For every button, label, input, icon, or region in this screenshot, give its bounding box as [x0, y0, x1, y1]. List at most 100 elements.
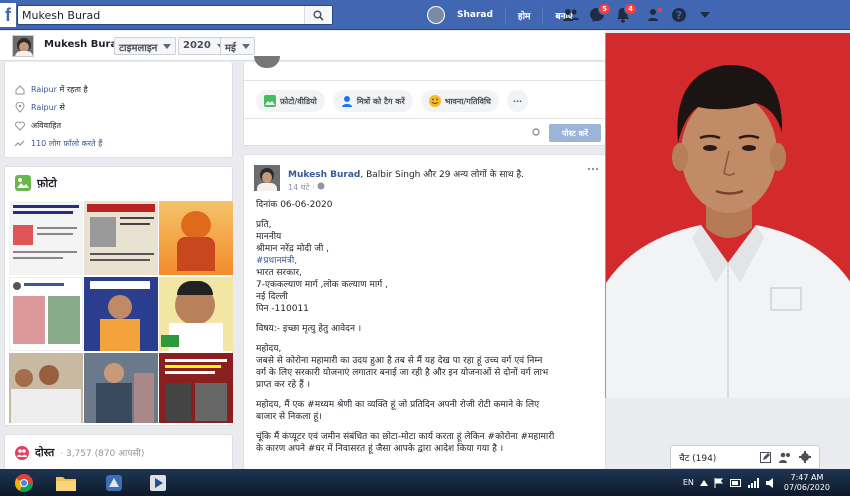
tag-friends-label: मित्रों को टैग करें	[356, 96, 405, 106]
followers-link[interactable]: 110 लोग फ़ॉलो करते हैं	[31, 138, 102, 149]
battery-icon[interactable]	[729, 478, 742, 487]
messages-button[interactable]: 5	[588, 3, 611, 24]
clock-time: 7:47 AM	[790, 472, 824, 482]
friends-card: दोस्त · 3,757 (870 आपसी)	[4, 434, 233, 474]
chat-label: चैट (194)	[679, 453, 717, 464]
photos-icon	[15, 175, 31, 191]
globe-icon	[317, 182, 325, 190]
friends-icon	[563, 9, 579, 21]
hashtag-link[interactable]: #प्रधानमंत्री,	[256, 256, 297, 266]
compose-icon[interactable]	[760, 452, 771, 463]
timeline-label: टाइमलाइन	[119, 43, 158, 54]
month-dropdown[interactable]: मई	[220, 37, 255, 55]
search-box	[17, 5, 333, 25]
timeline-dropdown[interactable]: टाइमलाइन	[114, 37, 177, 55]
friend-requests-button[interactable]	[562, 6, 580, 24]
photo-thumbnail[interactable]	[9, 277, 83, 351]
home-link[interactable]: होम	[510, 9, 539, 22]
lives-in-city-link[interactable]: Raipur	[31, 85, 57, 94]
tag-friends-button[interactable]: मित्रों को टैग करें	[332, 90, 413, 112]
avatar[interactable]	[427, 6, 445, 24]
media-taskbar-button[interactable]	[140, 471, 176, 494]
language-indicator[interactable]: EN	[683, 478, 694, 487]
gear-icon[interactable]	[799, 451, 811, 463]
search-button[interactable]	[304, 6, 332, 24]
tag-people-icon	[341, 96, 352, 107]
from-row: Raipur से	[15, 102, 65, 113]
help-button[interactable]: ?	[670, 6, 688, 24]
file-explorer-taskbar-button[interactable]	[48, 471, 84, 494]
feeling-button[interactable]: भावना/गतिविधि	[420, 90, 499, 112]
chevron-down-icon	[700, 12, 710, 18]
quick-help-button[interactable]	[646, 6, 664, 24]
folder-icon	[56, 476, 76, 491]
account-menu-button[interactable]	[696, 6, 714, 24]
clock-date: 07/06/2020	[783, 482, 830, 492]
friends-title: दोस्त	[35, 446, 55, 459]
followers-row: 110 लोग फ़ॉलो करते हैं	[15, 138, 102, 149]
chevron-down-icon	[241, 44, 250, 49]
home-icon	[15, 84, 25, 94]
more-options-icon[interactable]	[587, 167, 599, 171]
volume-icon[interactable]	[765, 477, 778, 488]
photo-thumbnail[interactable]	[84, 353, 158, 423]
author-link[interactable]: Mukesh Burad	[288, 170, 360, 180]
divider	[244, 80, 607, 81]
flag-icon[interactable]	[714, 477, 724, 488]
profile-thumbnail[interactable]	[12, 35, 34, 57]
timeline-navigation: Mukesh Burad टाइमलाइन 2020 मई	[0, 31, 606, 61]
photo-thumbnail[interactable]	[159, 201, 233, 275]
photo-video-button[interactable]: फ़ोटो/वीडियो	[256, 90, 325, 112]
post-line: चूंकि मैं कंप्यूटर एवं जमीन संबंधित का छ…	[256, 432, 555, 442]
author-avatar[interactable]	[254, 165, 280, 191]
search-input[interactable]	[18, 6, 303, 24]
friends-header[interactable]: दोस्त · 3,757 (870 आपसी)	[15, 445, 144, 460]
facebook-logo[interactable]: f	[0, 3, 16, 27]
photos-title: फ़ोटो	[37, 176, 57, 190]
post-timestamp[interactable]: 14 घंटे ·	[288, 182, 325, 193]
more-options-button[interactable]: ···	[506, 90, 529, 112]
post-line: विषय:- इच्छा मृत्यु हेतु आवेदन ।	[256, 324, 362, 334]
profile-name[interactable]: Mukesh Burad	[44, 39, 124, 50]
photo-thumbnail[interactable]	[84, 277, 158, 351]
chrome-taskbar-button[interactable]	[6, 471, 42, 494]
post-line: श्रीमान नरेंद्र मोदी जी ,	[256, 244, 330, 254]
svg-text:?: ?	[676, 9, 682, 22]
app-taskbar-button[interactable]	[96, 471, 132, 494]
divider	[504, 7, 506, 23]
timestamp-text: 14 घंटे ·	[288, 183, 318, 192]
photos-header[interactable]: फ़ोटो	[15, 175, 57, 191]
friends-count: · 3,757 (870 आपसी)	[60, 449, 145, 459]
avatar	[254, 56, 280, 68]
photo-icon	[264, 95, 276, 107]
photo-thumbnail[interactable]	[84, 201, 158, 275]
post-line: प्राप्त कर रहे हैं ।	[256, 380, 311, 390]
clock[interactable]: 7:47 AM 07/06/2020	[784, 473, 830, 493]
chevron-up-icon[interactable]	[699, 479, 708, 486]
photo-thumbnail[interactable]	[159, 353, 233, 423]
post-line: भारत सरकार,	[256, 268, 302, 278]
create-group-icon[interactable]	[779, 452, 791, 463]
people-icon	[648, 8, 662, 21]
post-line: महोदय, मैं एक #मध्यम श्रेणी का व्यक्ति ह…	[256, 400, 540, 410]
post-button[interactable]: पोस्ट करें	[549, 124, 601, 142]
photo-thumbnail[interactable]	[9, 353, 83, 423]
messages-badge: 5	[598, 3, 611, 15]
lives-in-suffix: में रहता है	[59, 85, 88, 94]
profile-link[interactable]: Sharad	[449, 10, 501, 20]
photo-thumbnail[interactable]	[159, 277, 233, 351]
from-suffix: से	[59, 103, 65, 112]
post-card: Mukesh Burad, Balbir Singh और 29 अन्य लो…	[243, 154, 606, 470]
chevron-down-icon	[163, 44, 172, 49]
post-body: दिनांक 06-06-2020 प्रति, माननीय श्रीमान …	[256, 199, 606, 455]
search-icon	[313, 10, 324, 21]
portrait-illustration	[606, 33, 850, 398]
from-city-link[interactable]: Raipur	[31, 103, 57, 112]
composer-card: फ़ोटो/वीडियो मित्रों को टैग करें भावना/ग…	[243, 56, 607, 146]
privacy-gear-icon[interactable]	[532, 128, 540, 136]
notifications-button[interactable]: 4	[614, 3, 637, 24]
lives-in-row: Raipur में रहता है	[15, 84, 88, 95]
chat-bar[interactable]: चैट (194)	[670, 445, 820, 469]
photo-thumbnail[interactable]	[9, 201, 83, 275]
network-icon[interactable]	[747, 477, 760, 488]
